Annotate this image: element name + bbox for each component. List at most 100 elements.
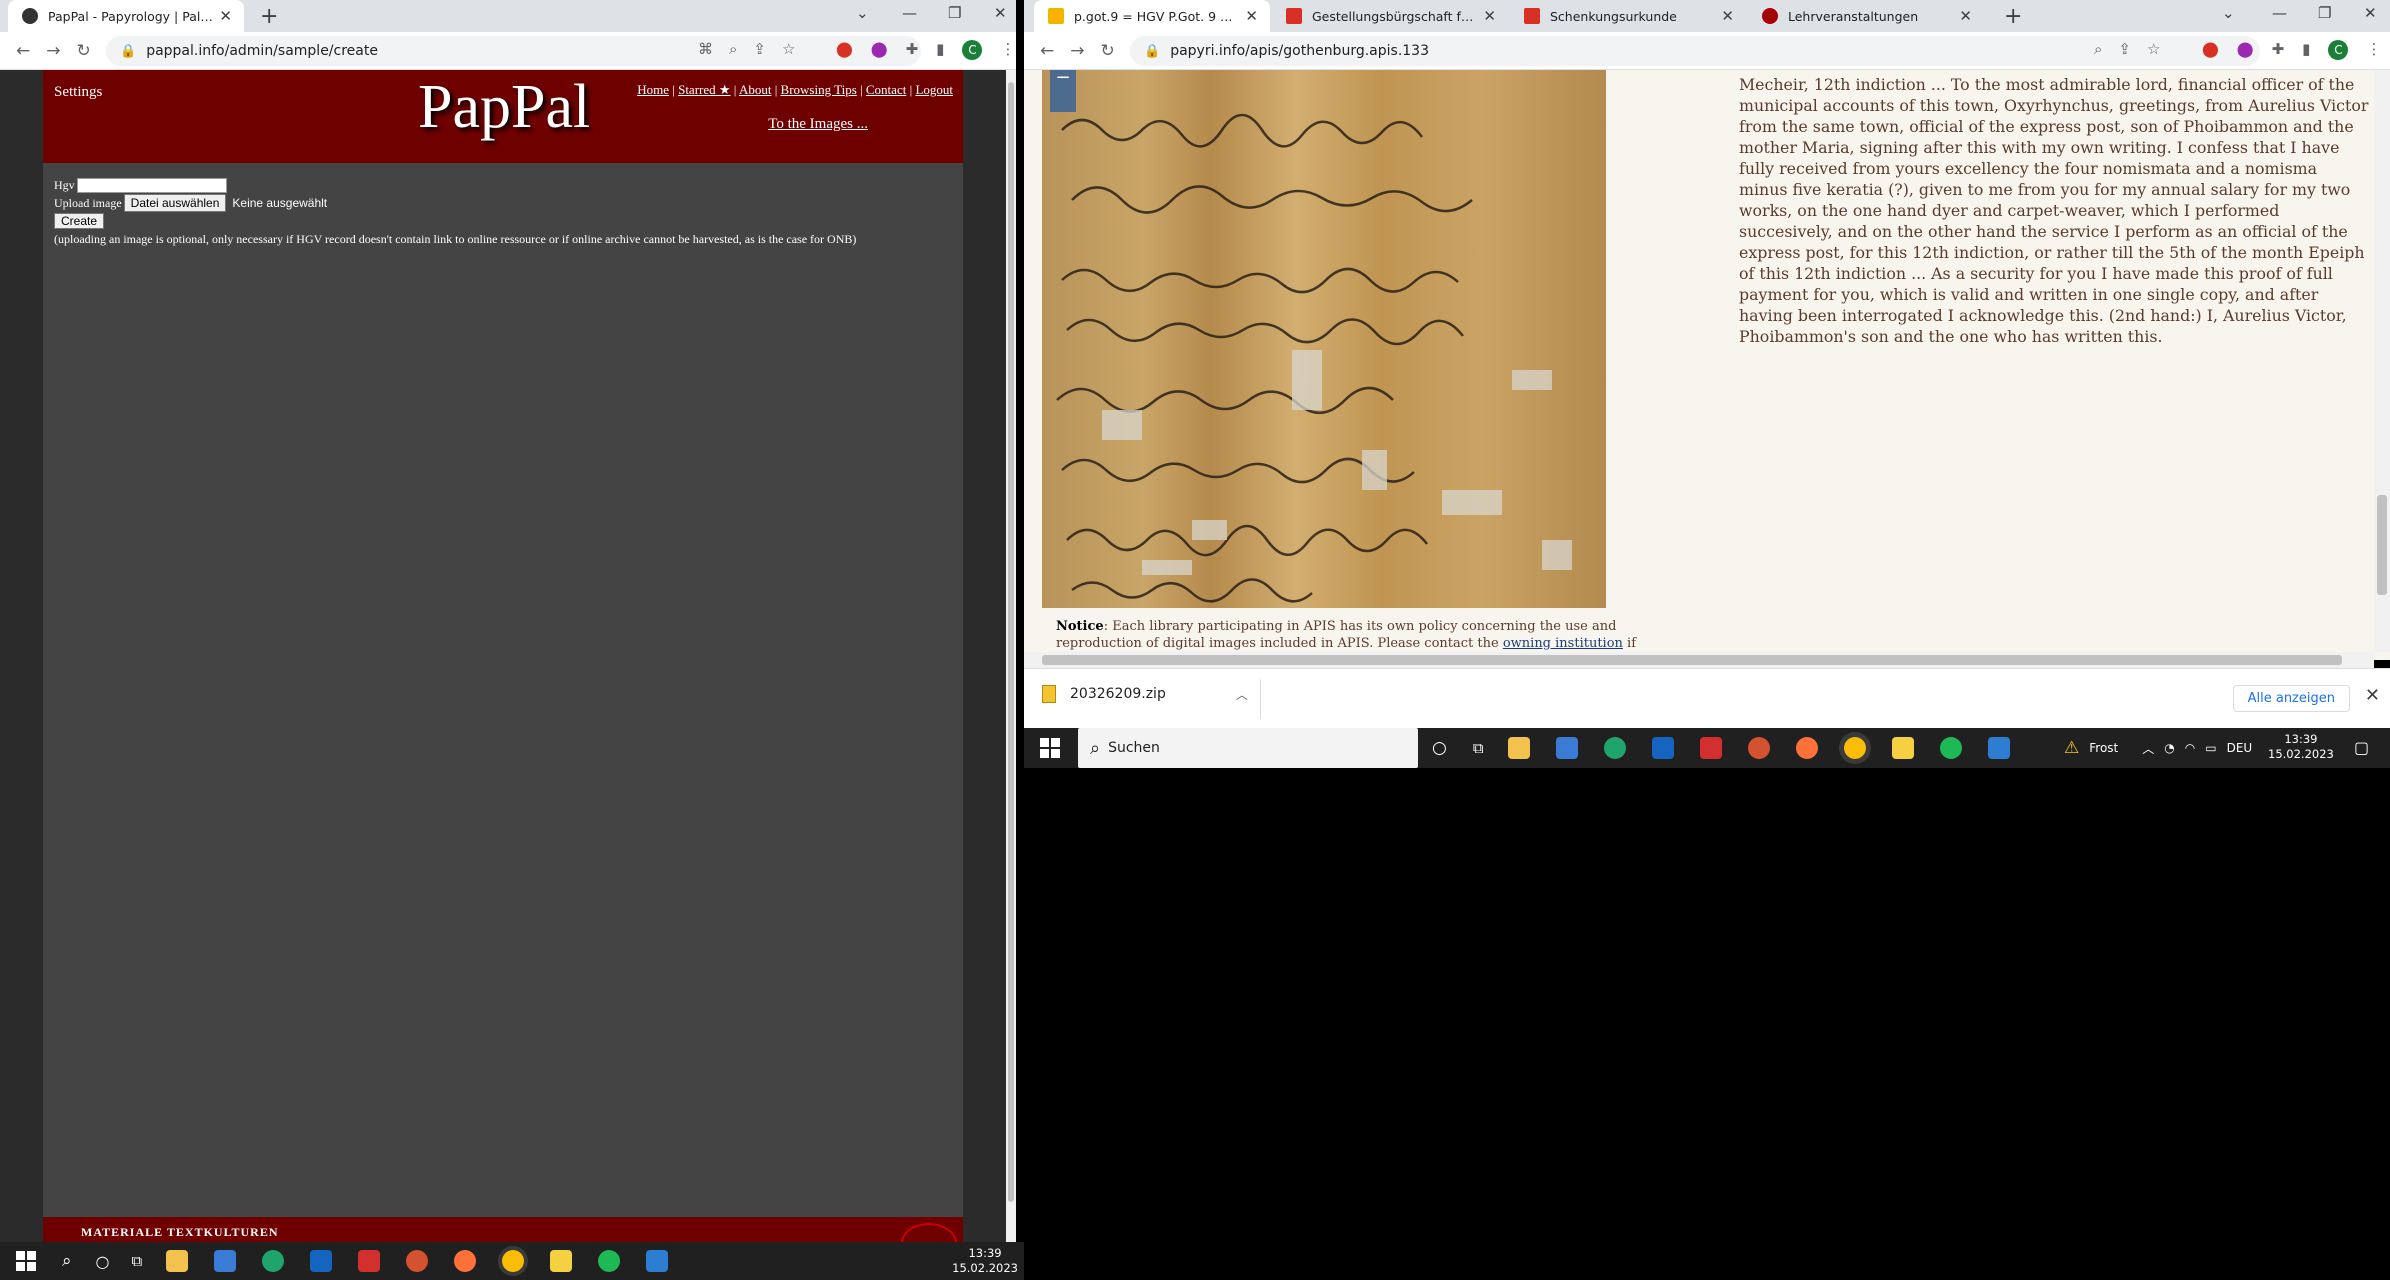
task-view-icon[interactable]: ⧉ [132,1252,143,1270]
nav-starred[interactable]: Starred ★ [678,82,730,97]
zoom-icon[interactable]: ⌕ [729,40,737,58]
store-icon[interactable] [214,1250,237,1272]
hgv-input[interactable] [76,177,227,193]
wifi-icon[interactable]: ◠ [2185,741,2195,755]
create-button[interactable]: Create [54,213,105,229]
acrobat-icon[interactable] [358,1250,381,1272]
right-scroll-thumb[interactable] [2377,495,2387,595]
nav-browsing-tips[interactable]: Browsing Tips [781,82,857,97]
translate-icon[interactable]: ⌘ [698,40,713,58]
nav-home[interactable]: Home [637,82,669,97]
show-all-downloads-button[interactable]: Alle anzeigen [2232,685,2350,712]
close-icon[interactable]: ✕ [1483,7,1496,25]
extensions-icon[interactable]: ✚ [2272,40,2285,60]
spotify-icon[interactable] [598,1250,621,1272]
powerpoint-icon[interactable] [1747,737,1770,759]
cortana-icon[interactable]: ○ [1432,738,1447,758]
right-horizontal-scrollbar[interactable] [1024,652,2374,668]
extensions-icon[interactable]: ✚ [906,40,919,60]
acrobat-icon[interactable] [1699,737,1722,759]
powerpoint-icon[interactable] [406,1250,429,1272]
left-vertical-scrollbar[interactable] [1006,70,1016,1242]
windows-start-icon[interactable] [16,1251,36,1271]
back-icon[interactable]: ← [1040,41,1054,61]
tab-schenkungsurkunde[interactable]: Schenkungsurkunde ✕ [1510,0,1746,32]
close-icon[interactable]: ✕ [1721,7,1734,25]
task-view-icon[interactable]: ⧉ [1473,739,1484,757]
close-icon[interactable]: ✕ [1245,7,1258,25]
chevron-up-icon[interactable]: ︿ [2142,740,2154,757]
close-icon[interactable]: ✕ [1959,7,1972,25]
chevron-up-icon[interactable]: ︿ [1236,686,1248,703]
choose-file-button[interactable]: Datei auswählen [123,194,227,212]
star-icon[interactable]: ☆ [2147,40,2160,58]
tab-papyri-got9[interactable]: p.got.9 = HGV P.Got. 9 = Trismegistos ✕ [1034,0,1270,32]
firefox-icon[interactable] [454,1250,477,1272]
papyrus-image-viewer[interactable] [1042,70,1606,608]
zoom-out-button[interactable]: − [1050,69,1076,112]
file-explorer-icon[interactable] [1507,737,1530,759]
mail-icon[interactable] [1651,737,1674,759]
extension-red-icon[interactable]: ⬤ [2202,40,2219,60]
menu-icon[interactable]: ⋮ [2366,40,2381,60]
window-close-icon[interactable]: ✕ [2364,4,2377,22]
to-the-images-link[interactable]: To the Images ... [768,116,868,133]
cortana-icon[interactable]: ○ [96,1252,110,1271]
restore-icon[interactable]: ❐ [2318,4,2331,22]
windows-start-icon[interactable] [1040,738,1060,758]
forward-icon[interactable]: → [46,41,60,61]
restore-icon[interactable]: ❐ [948,4,961,22]
profile-avatar[interactable]: C [2328,40,2349,60]
download-item[interactable]: 20326209.zip ︿ [1042,685,1248,703]
settings-link[interactable]: Settings [54,84,102,101]
zoom-icon[interactable]: ⌕ [2094,40,2102,58]
nav-about[interactable]: About [739,82,772,97]
notepad-icon[interactable] [1891,737,1914,759]
firefox-icon[interactable] [1795,737,1818,759]
menu-icon[interactable]: ⋮ [1000,40,1015,60]
nav-logout[interactable]: Logout [915,82,953,97]
edge-icon[interactable] [262,1250,285,1272]
pappal-logo[interactable]: PapPal [418,72,590,143]
language-indicator[interactable]: DEU [2227,741,2253,755]
new-tab-icon[interactable]: + [2004,4,2022,29]
star-icon[interactable]: ☆ [782,40,795,58]
tab-gestellungsbuergschaft[interactable]: Gestellungsbürgschaft für eine N ✕ [1272,0,1508,32]
minimize-icon[interactable]: — [902,4,917,22]
photos-icon[interactable] [646,1250,669,1272]
right-hscroll-thumb[interactable] [1042,655,2342,665]
left-clock[interactable]: 13:39 15.02.2023 [952,1246,1018,1276]
file-explorer-icon[interactable] [166,1250,189,1272]
store-icon[interactable] [1555,737,1578,759]
notification-icon[interactable]: ▢ [2354,738,2369,757]
owning-institution-link[interactable]: owning institution [1503,636,1623,651]
share-icon[interactable]: ⇪ [753,40,766,58]
reload-icon[interactable]: ↻ [1101,41,1115,61]
close-icon[interactable]: ✕ [219,7,232,25]
close-download-bar-icon[interactable]: ✕ [2365,685,2380,706]
new-tab-icon[interactable]: + [260,4,278,29]
chrome-icon[interactable] [1843,737,1866,759]
tab-pappal[interactable]: PapPal - Papyrology | Paleography ✕ [8,0,244,32]
extension-ub-icon[interactable]: ⬤ [871,40,888,60]
warning-icon[interactable]: ⚠ [2064,738,2079,758]
back-icon[interactable]: ← [16,41,30,61]
profile-avatar[interactable]: C [962,40,983,60]
sidepanel-icon[interactable]: ▮ [2302,40,2310,60]
forward-icon[interactable]: → [1070,41,1084,61]
extension-ub-icon[interactable]: ⬤ [2237,40,2254,60]
address-bar[interactable]: 🔒 pappal.info/admin/sample/create [106,36,921,66]
spotify-icon[interactable] [1939,737,1962,759]
sidepanel-icon[interactable]: ▮ [936,40,944,60]
reload-icon[interactable]: ↻ [77,41,91,61]
weather-label[interactable]: Frost [2089,741,2118,755]
left-scroll-thumb[interactable] [1008,82,1014,1202]
extension-red-icon[interactable]: ⬤ [836,40,853,60]
nav-contact[interactable]: Contact [866,82,906,97]
battery-icon[interactable]: ▭ [2205,741,2216,755]
tab-lehrveranstaltungen[interactable]: Lehrveranstaltungen ✕ [1748,0,1984,32]
minimize-icon[interactable]: — [2272,4,2287,22]
edge-icon[interactable] [1603,737,1626,759]
tab-search-icon[interactable]: ⌄ [2222,4,2235,22]
chrome-icon[interactable] [502,1250,525,1272]
